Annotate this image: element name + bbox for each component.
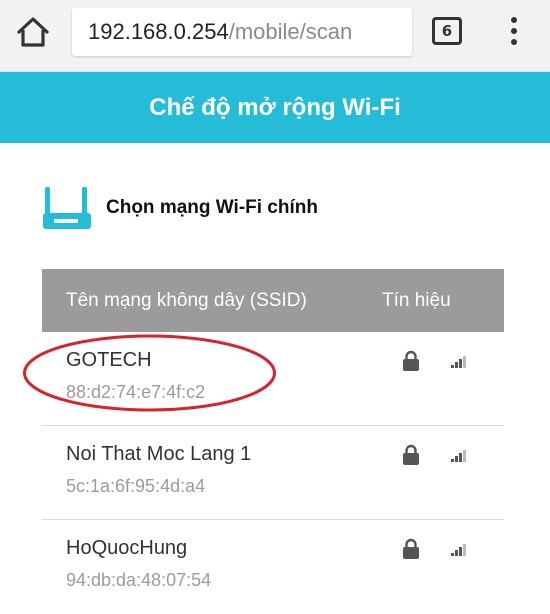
network-ssid: GOTECH (66, 349, 152, 371)
page-title: Chế độ mở rộng Wi-Fi (149, 93, 401, 121)
signal-strength-icon (451, 544, 466, 556)
lock-icon (403, 538, 419, 559)
network-mac: 88:d2:74:e7:4f:c2 (66, 382, 206, 402)
lock-icon (403, 444, 419, 465)
network-mac: 5c:1a:6f:95:4d:a4 (66, 476, 206, 496)
column-ssid: Tên mạng không dây (SSID) (66, 289, 307, 311)
network-mac: 94:db:da:48:07:54 (66, 570, 212, 590)
tab-count: 6 (441, 22, 453, 40)
network-ssid: Noi That Moc Lang 1 (66, 443, 252, 465)
page-header: Chế độ mở rộng Wi-Fi (0, 72, 550, 143)
browser-toolbar: 192.168.0.254/mobile/scan 6 (0, 0, 550, 72)
wifi-network-row[interactable]: Noi That Moc Lang 1 5c:1a:6f:95:4d:a4 (42, 426, 504, 520)
network-ssid: HoQuocHung (66, 537, 188, 559)
home-button[interactable] (12, 14, 54, 50)
wifi-network-row[interactable]: GOTECH 88:d2:74:e7:4f:c2 (42, 332, 504, 426)
table-header: Tên mạng không dây (SSID) Tín hiệu (42, 269, 504, 332)
overflow-menu-icon[interactable] (500, 14, 528, 48)
column-signal: Tín hiệu (382, 289, 451, 311)
signal-strength-icon (451, 356, 466, 368)
url-path: /mobile/scan (228, 19, 353, 44)
signal-strength-icon (451, 450, 466, 462)
address-bar[interactable]: 192.168.0.254/mobile/scan (72, 8, 412, 56)
home-icon (17, 17, 49, 47)
lock-icon (403, 350, 419, 371)
section-heading: Chọn mạng Wi-Fi chính (42, 185, 318, 231)
url-host: 192.168.0.254 (88, 19, 229, 44)
router-icon (43, 187, 91, 229)
tabs-icon[interactable]: 6 (432, 17, 462, 45)
section-title: Chọn mạng Wi-Fi chính (106, 197, 318, 218)
